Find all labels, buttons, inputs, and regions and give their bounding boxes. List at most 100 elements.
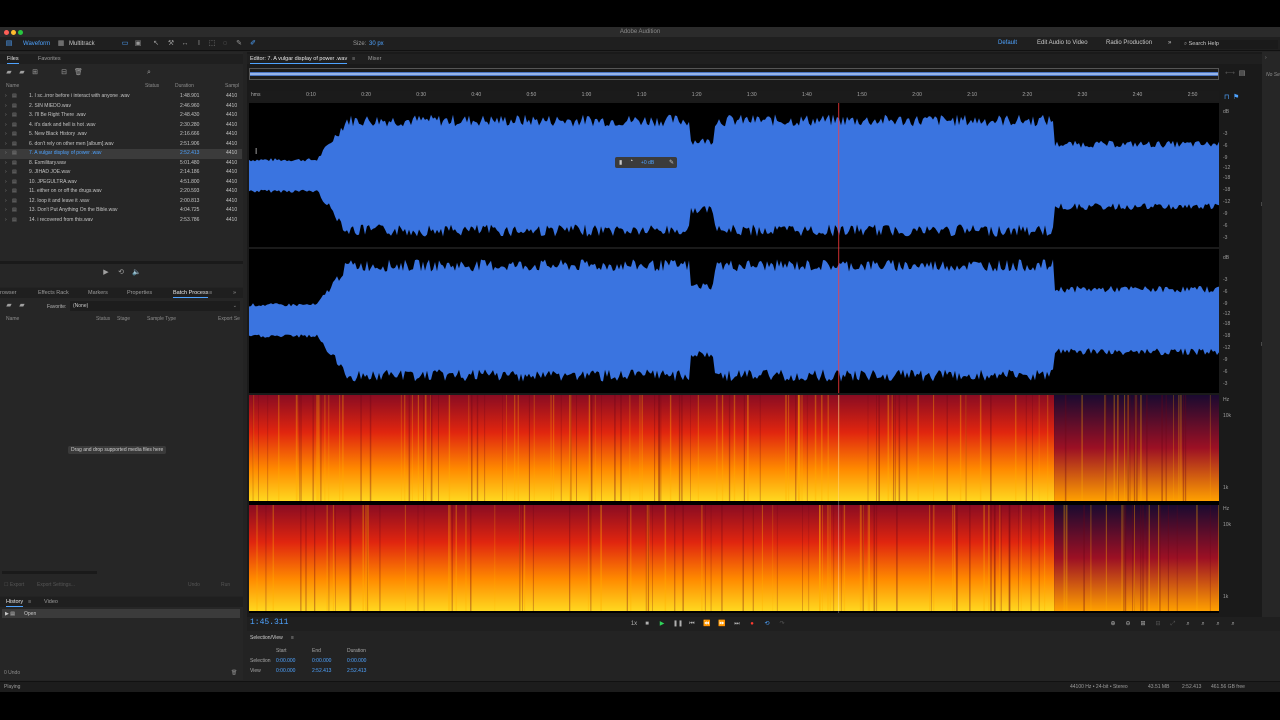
export-checkbox[interactable]: ☐ Export [4,582,24,588]
skip-selection-button[interactable]: ↷ [778,620,786,628]
tab-effects-rack[interactable]: Effects Rack [38,289,69,297]
tab-history[interactable]: History [6,598,24,607]
expand-icon[interactable]: › [5,168,7,178]
favorite-select[interactable]: (None) ⌄ [70,301,240,311]
spectral-frequency-icon[interactable]: ▭ [121,40,129,48]
close-file-icon[interactable]: 🗑 [74,69,83,77]
tab-batch-process[interactable]: Batch Process [173,289,209,298]
selection-view-menu-icon[interactable]: ≡ [291,635,294,641]
tab-video[interactable]: Video [44,598,58,606]
loop-playback-button[interactable]: ⟲ [763,620,771,628]
more-workspaces-icon[interactable]: » [1168,40,1171,46]
volume-knob-icon[interactable]: ◔ [629,158,633,165]
expand-icon[interactable]: › [5,206,7,216]
view-end[interactable]: 2:52.413 [312,668,331,674]
files-scrollbar[interactable] [0,261,243,264]
search-help-input[interactable]: ⌕ Search Help [1180,40,1278,49]
razor-tool-icon[interactable]: ⚒ [167,40,175,48]
history-panel-menu-icon[interactable]: ≡ [28,598,31,606]
stop-button[interactable]: ■ [643,620,651,628]
tab-favorites[interactable]: Favorites [38,55,61,63]
batch-col-status[interactable]: Status [96,316,110,322]
expand-icon[interactable]: › [5,178,7,188]
batch-col-stage[interactable]: Stage [117,316,130,322]
file-row[interactable]: › ▤ 2. SIN MIEDO.wav 2:46.960 4410 [0,102,242,112]
spectral-display[interactable] [249,395,1219,613]
insert-into-multitrack-icon[interactable]: ⊟ [60,69,68,77]
editor-panel-menu-icon[interactable]: ≡ [352,55,355,63]
file-row[interactable]: › ▤ 8. Exmilitary.wav 5:01.480 4410 [0,159,242,169]
workspace-radio-production[interactable]: Radio Production [1106,40,1152,46]
play-button[interactable]: ▶ [658,620,666,628]
expand-icon[interactable]: › [5,102,7,112]
expand-icon[interactable]: › [5,149,7,159]
expand-icon[interactable]: › [5,187,7,197]
brush-tool-icon[interactable]: ✎ [235,40,243,48]
import-file-icon[interactable]: ▰ [18,69,26,77]
spectral-pitch-icon[interactable]: ▣ [134,40,142,48]
selection-start[interactable]: 0:00.000 [276,658,295,664]
file-row[interactable]: › ▤ 9. JIHAD JOE.wav 2:14.186 4410 [0,168,242,178]
tab-media-browser[interactable]: rowser [0,289,17,297]
file-row[interactable]: › ▤ 5. New Black History .wav 2:16.666 4410 [0,130,242,140]
play-preview-icon[interactable]: ▶ [102,269,110,277]
expand-icon[interactable]: › [5,111,7,121]
expand-icon[interactable]: › [5,197,7,207]
marker-icon[interactable]: ⚑ [1233,93,1239,101]
history-item-open[interactable]: ▶ ▤ Open [2,609,240,618]
zoom-out-full-icon[interactable]: ⌕ [1229,620,1237,628]
col-sample[interactable]: Sampl [225,83,239,89]
more-tabs-icon[interactable]: » [233,289,236,297]
autoplay-preview-icon[interactable]: 🔈 [132,269,141,277]
clear-history-icon[interactable]: 🗑 [231,670,237,676]
zoom-in-time-icon[interactable]: ⊞ [1139,620,1147,628]
selection-duration[interactable]: 0:00.000 [347,658,366,664]
open-folder-icon[interactable]: ▰ [5,302,13,310]
new-file-icon[interactable]: ⊞ [31,69,39,77]
hud-gain[interactable]: ▮ ◔ +0 dB ✎ [615,157,677,168]
expand-icon[interactable]: › [5,159,7,169]
workspace-edit-audio-to-video[interactable]: Edit Audio to Video [1037,40,1088,46]
selection-end[interactable]: 0:00.000 [312,658,331,664]
file-row[interactable]: › ▤ 10. JPEGULTRA.wav 4:51.800 4410 [0,178,242,188]
clear-batch-icon[interactable]: ▰ [18,302,26,310]
view-duration[interactable]: 2:52.413 [347,668,366,674]
tab-editor[interactable]: Editor: 7. A vulgar display of power .wa… [250,55,348,64]
marquee-tool-icon[interactable]: ⬚ [208,40,216,48]
panel-menu-icon[interactable]: ≡ [209,289,212,297]
file-row[interactable]: › ▤ 7. A vulgar display of power .wav 2:52.… [0,149,242,159]
zoom-in-right-icon[interactable]: ⌕ [1214,620,1222,628]
next-button[interactable]: ⏭ [733,620,741,628]
col-duration[interactable]: Duration [175,83,194,89]
record-button[interactable]: ● [748,620,756,628]
zoom-selection-icon[interactable]: ⌕ [1184,620,1192,628]
lasso-tool-icon[interactable]: ◌ [221,40,229,48]
multitrack-mode-button[interactable]: Multitrack [66,39,98,49]
file-row[interactable]: › ▤ 14. i recovered from this.wav 2:53.786 4… [0,216,242,226]
pause-button[interactable]: ❚❚ [673,620,683,628]
pin-icon[interactable]: ✎ [669,159,674,166]
expand-icon[interactable]: › [5,140,7,150]
col-status[interactable]: Status [145,83,159,89]
zoom-amplitude-out-icon[interactable]: ⊖ [1124,620,1132,628]
file-row[interactable]: › ▤ 1. I sc..irror before i interact with … [0,92,242,102]
tab-properties[interactable]: Properties [127,289,152,297]
batch-undo-button[interactable]: Undo [188,582,200,588]
expand-icon[interactable]: › [5,216,7,226]
batch-col-export[interactable]: Export Se [218,316,240,322]
zoom-full-icon[interactable]: ⤢ [1169,620,1177,628]
expand-icon[interactable]: › [5,121,7,131]
batch-col-sample-type[interactable]: Sample Type [147,316,176,322]
right-panel-collapse-icon[interactable]: › [1265,55,1267,61]
file-row[interactable]: › ▤ 6. don't rely on other men [album].wav… [0,140,242,150]
file-row[interactable]: › ▤ 12. loop it and leave it .wav 2:00.813 4… [0,197,242,207]
playback-speed[interactable]: 1x [627,620,641,628]
time-selection-tool-icon[interactable]: I [195,40,203,48]
filter-search-icon[interactable]: ⌕ [145,69,153,77]
time-ruler[interactable]: hms 0:10 0:20 0:30 0:40 0:50 1:00 1:10 1:20 1:30 1… [249,91,1219,101]
previous-button[interactable]: ⏮ [688,620,696,628]
spot-healing-tool-icon[interactable]: ✐ [249,40,257,48]
zoom-lock-icon[interactable]: ⟷ [1225,70,1235,78]
tab-markers[interactable]: Markers [88,289,108,297]
rewind-button[interactable]: ⏪ [703,620,711,628]
